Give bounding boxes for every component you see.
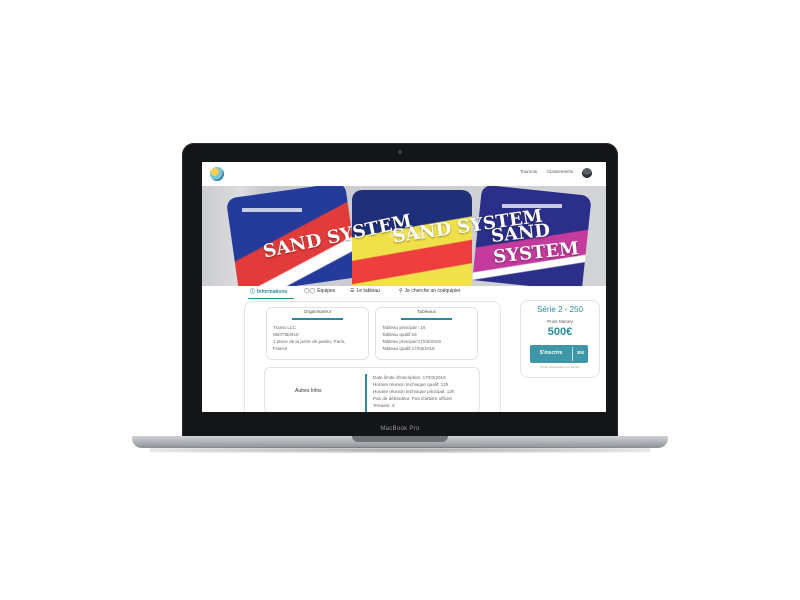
hero-banner: SAND SYSTEM SAND SYSTEM SAND SYSTEM SSS … xyxy=(202,186,606,286)
screen: Tournois Classements SAND SYSTEM SAND SY… xyxy=(202,162,606,412)
tableau-line: Tableau principal : 16 xyxy=(382,325,426,330)
tab-informations[interactable]: ⓘ Informations xyxy=(250,288,287,295)
prize-label: Prize Money xyxy=(547,319,573,324)
card-title: Organisateur xyxy=(303,310,332,315)
autres-line: Horaire réunion technique principal: 12h xyxy=(373,389,455,394)
inscrire-button[interactable]: S'inscrire 30€ xyxy=(530,345,588,363)
serie-title: Série 2 - 250 xyxy=(537,305,583,314)
site-logo[interactable] xyxy=(210,167,224,181)
card-divider xyxy=(401,318,452,320)
autres-line: Pas de débardeur. Pas d'arbitre officiel xyxy=(373,396,452,401)
card-divider xyxy=(292,318,343,320)
inscrire-price: 30€ xyxy=(576,350,585,355)
laptop-shadow xyxy=(150,447,650,453)
hero-title: SSS Open xyxy=(389,230,427,239)
info-icon: ⓘ xyxy=(250,289,256,295)
card-autres-infos: Autres Infos Date limite d'inscription: … xyxy=(264,367,480,412)
avatar[interactable] xyxy=(582,168,592,178)
inscrire-label: S'inscrire xyxy=(539,350,563,356)
fine-print: *Frais d'inscription par équipe xyxy=(540,365,580,369)
card-tableaux: Tableaux Tableau principal : 16 Tableau … xyxy=(375,307,478,360)
autres-line: Horaire réunion technique qualif: 12h xyxy=(373,382,449,387)
tableau-line: Tableau principal:17/03/2019 xyxy=(382,339,441,344)
tab-je-cherche[interactable]: ⚲ Je cherche un coéquipier xyxy=(399,288,461,294)
card-organisateur: Organisateur Tramo LLC 0607080910 1 plac… xyxy=(266,307,369,360)
autres-divider xyxy=(365,374,367,412)
camera-dot xyxy=(398,150,402,154)
org-country: France xyxy=(273,346,288,351)
laptop-notch xyxy=(352,436,448,442)
card-title: Tableaux xyxy=(416,310,437,315)
registration-card: Série 2 - 250 Prize Money 500€ S'inscrir… xyxy=(520,300,600,378)
autres-lines: Date limite d'inscription: 17/03/2019 Ho… xyxy=(373,374,454,409)
autres-line: Date limite d'inscription: 17/03/2019 xyxy=(373,375,446,380)
org-address: 1 place de la porte de pantin, Paris, xyxy=(273,339,346,344)
tableau-line: Tableau qualif:16 xyxy=(382,332,417,337)
top-navbar: Tournois Classements xyxy=(202,162,606,187)
nav-tournois[interactable]: Tournois xyxy=(520,169,537,174)
nav-classements[interactable]: Classements xyxy=(547,169,573,174)
active-tab-underline xyxy=(248,298,294,299)
org-phone: 0607080910 xyxy=(273,332,299,337)
laptop-brand: MacBook Pro xyxy=(380,426,420,432)
prize-amount: 500€ xyxy=(547,326,573,338)
autres-label: Autres Infos xyxy=(295,388,322,394)
tableau-line: Tableau qualif:17/03/2019 xyxy=(382,346,435,351)
hero-stripe xyxy=(242,208,302,212)
glasses-icon: ◯◯ xyxy=(304,288,316,294)
search-icon: ⚲ xyxy=(399,288,403,294)
tab-equipes[interactable]: ◯◯ Equipes xyxy=(304,288,335,294)
bracket-icon: ☰ xyxy=(350,288,355,294)
autres-line: Terrains: 3 xyxy=(373,403,395,408)
tab-le-tableau[interactable]: ☰ Le tableau xyxy=(350,288,380,294)
org-name: Tramo LLC xyxy=(273,325,296,330)
